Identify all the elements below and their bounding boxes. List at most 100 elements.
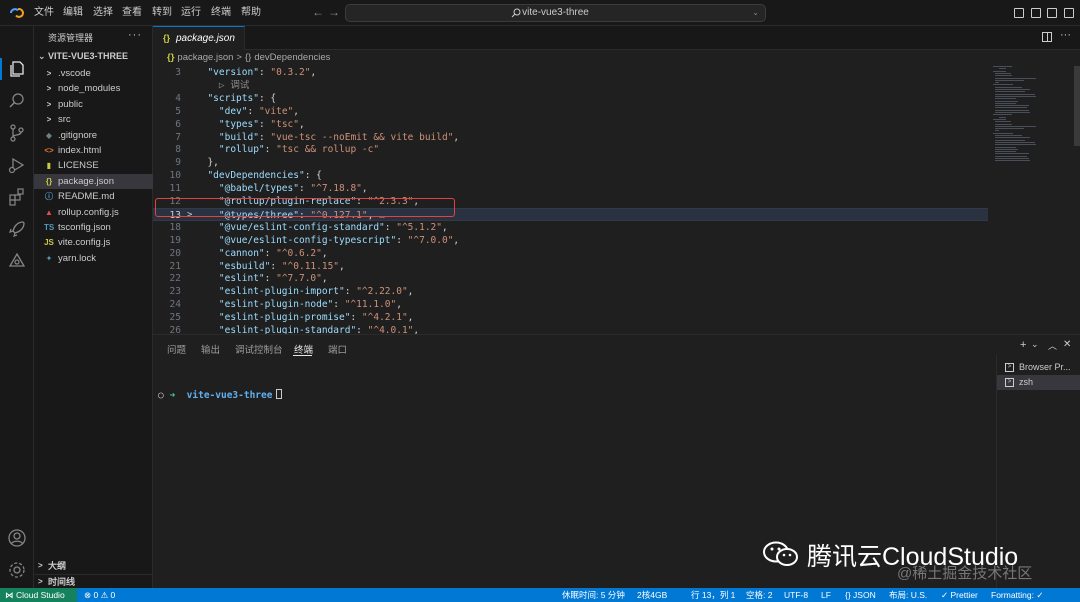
tab-package-json[interactable]: {} package.json	[153, 26, 245, 50]
keyboard-layout-status[interactable]: 布局: U.S.	[889, 588, 927, 602]
tab-terminal[interactable]: 终端	[294, 342, 313, 356]
terminal-item-browser-preview[interactable]: > Browser Pr...	[997, 360, 1080, 375]
indentation-status[interactable]: 空格: 2	[746, 588, 772, 602]
tab-problems[interactable]: 问题	[167, 342, 186, 356]
menu-file[interactable]: 文件	[34, 0, 54, 26]
file-tree-item[interactable]: ▮ LICENSE	[34, 158, 153, 173]
file-tree-item[interactable]: ✦ yarn.lock	[34, 251, 153, 266]
file-tree-item[interactable]: > src	[34, 112, 153, 127]
customize-layout-icon[interactable]	[1064, 8, 1074, 18]
code-token: :	[384, 221, 397, 233]
minimap[interactable]	[989, 66, 1069, 166]
minimap-line	[995, 107, 1028, 109]
line-number: 6	[175, 118, 181, 130]
file-tree-item[interactable]: > public	[34, 97, 153, 112]
maximize-panel-icon[interactable]: ︿	[1048, 339, 1057, 352]
code-token: "^5.1.2"	[396, 221, 442, 233]
language-mode-status[interactable]: {} JSON	[845, 588, 876, 602]
outline-label: 大纲	[48, 561, 67, 571]
file-tree-item[interactable]: JS vite.config.js	[34, 235, 153, 250]
file-tree-item[interactable]: ▲ rollup.config.js	[34, 205, 153, 220]
formatting-status[interactable]: Formatting: ✓	[991, 588, 1043, 602]
encoding-status[interactable]: UTF-8	[784, 588, 808, 602]
account-icon[interactable]	[7, 528, 27, 548]
breadcrumb-item-symbol[interactable]: {} devDependencies	[245, 52, 330, 63]
code-text: "@vue/eslint-config-standard": "^5.1.2",	[196, 221, 448, 234]
code-line: 19 "@vue/eslint-config-typescript": "^7.…	[153, 234, 988, 247]
terminal-item-zsh[interactable]: > zsh	[997, 375, 1080, 390]
menu-help[interactable]: 帮助	[241, 0, 261, 26]
run-debug-icon[interactable]	[7, 155, 27, 175]
editor-scrollbar[interactable]	[1074, 66, 1080, 146]
close-icon[interactable]: ✕	[1063, 339, 1071, 350]
menu-terminal[interactable]: 终端	[211, 0, 231, 26]
minimap-line	[995, 98, 1016, 100]
gear-icon[interactable]	[7, 560, 27, 580]
toggle-secondary-sidebar-icon[interactable]	[1047, 8, 1057, 18]
file-tree-item[interactable]: > .vscode	[34, 66, 153, 81]
menu-run[interactable]: 运行	[181, 0, 201, 26]
code-line: 7 "build": "vue-tsc --noEmit && vite bui…	[153, 131, 988, 144]
code-token: ▷ 调试	[196, 79, 250, 91]
remote-indicator[interactable]: ⋈ Cloud Studio	[0, 588, 77, 602]
activity-bar	[0, 26, 34, 588]
tab-output[interactable]: 输出	[201, 342, 220, 356]
file-tree-item-label: index.html	[58, 145, 102, 156]
toggle-primary-sidebar-icon[interactable]	[1014, 8, 1024, 18]
file-tree-item[interactable]: <> index.html	[34, 143, 153, 158]
arrow-right-icon[interactable]: →	[328, 5, 340, 19]
eol-status[interactable]: LF	[821, 588, 831, 602]
menu-go[interactable]: 转到	[152, 0, 172, 26]
menu-edit[interactable]: 编辑	[63, 0, 83, 26]
menu-selection[interactable]: 选择	[93, 0, 113, 26]
file-tree-item[interactable]: {} package.json	[34, 173, 153, 189]
code-line: 4 "scripts": {	[153, 92, 988, 105]
code-text: "eslint-plugin-standard": "^4.0.1",	[196, 324, 419, 334]
file-tree-item[interactable]: ⓘ README.md	[34, 189, 153, 204]
arrow-left-icon[interactable]: ←	[312, 5, 324, 19]
sleep-time-status[interactable]: 休眠时间: 5 分钟	[562, 588, 625, 602]
timeline-section[interactable]: > 时间线	[34, 574, 153, 588]
menu-view[interactable]: 查看	[122, 0, 142, 26]
new-terminal-icon[interactable]: +	[1020, 339, 1026, 351]
line-number: 22	[169, 273, 181, 285]
source-control-icon[interactable]	[7, 123, 27, 143]
machine-spec-status[interactable]: 2核4GB	[637, 588, 667, 602]
code-token: :	[258, 131, 271, 143]
prettier-status[interactable]: ✓ Prettier	[941, 588, 978, 602]
file-tree-item[interactable]: ◆ .gitignore	[34, 128, 153, 143]
code-token: "esbuild"	[218, 260, 271, 272]
cursor-position-status[interactable]: 行 13，列 1	[691, 588, 735, 602]
toggle-panel-icon[interactable]	[1031, 8, 1041, 18]
code-token: ,	[339, 260, 345, 272]
explorer-icon[interactable]	[7, 59, 27, 79]
extensions-icon[interactable]	[7, 187, 27, 207]
command-center[interactable]: vite-vue3-three ⌄	[345, 4, 766, 22]
tab-debug-console[interactable]: 调试控制台	[235, 342, 283, 356]
code-token: ,	[321, 247, 328, 259]
breadcrumb-file-label: package.json	[177, 52, 234, 63]
outline-section[interactable]: > 大纲	[34, 559, 153, 573]
file-tree-item[interactable]: TS tsconfig.json	[34, 220, 153, 235]
more-actions-icon[interactable]: ···	[1060, 29, 1071, 41]
project-folder-header[interactable]: ⌄ VITE-VUE3-THREE	[38, 51, 128, 62]
split-editor-icon[interactable]	[1042, 32, 1052, 42]
terminal-icon: >	[1005, 378, 1014, 387]
code-text: "types": "tsc",	[196, 118, 305, 131]
problems-status[interactable]: ⊗ 0 ⚠ 0	[84, 588, 115, 602]
tab-ports[interactable]: 端口	[328, 342, 347, 356]
breadcrumb-item-file[interactable]: {} package.json	[167, 52, 233, 63]
chevron-down-icon[interactable]: ⌄	[1031, 339, 1039, 350]
more-actions-icon[interactable]: ···	[128, 29, 142, 41]
highlight-annotation	[155, 198, 455, 217]
rocket-icon[interactable]	[7, 219, 27, 239]
search-icon[interactable]	[7, 91, 27, 111]
minimap-line	[995, 151, 1016, 153]
file-tree-item[interactable]: > node_modules	[34, 81, 153, 96]
remote-explorer-icon[interactable]	[7, 251, 27, 271]
file-type-icon: JS	[44, 238, 54, 248]
